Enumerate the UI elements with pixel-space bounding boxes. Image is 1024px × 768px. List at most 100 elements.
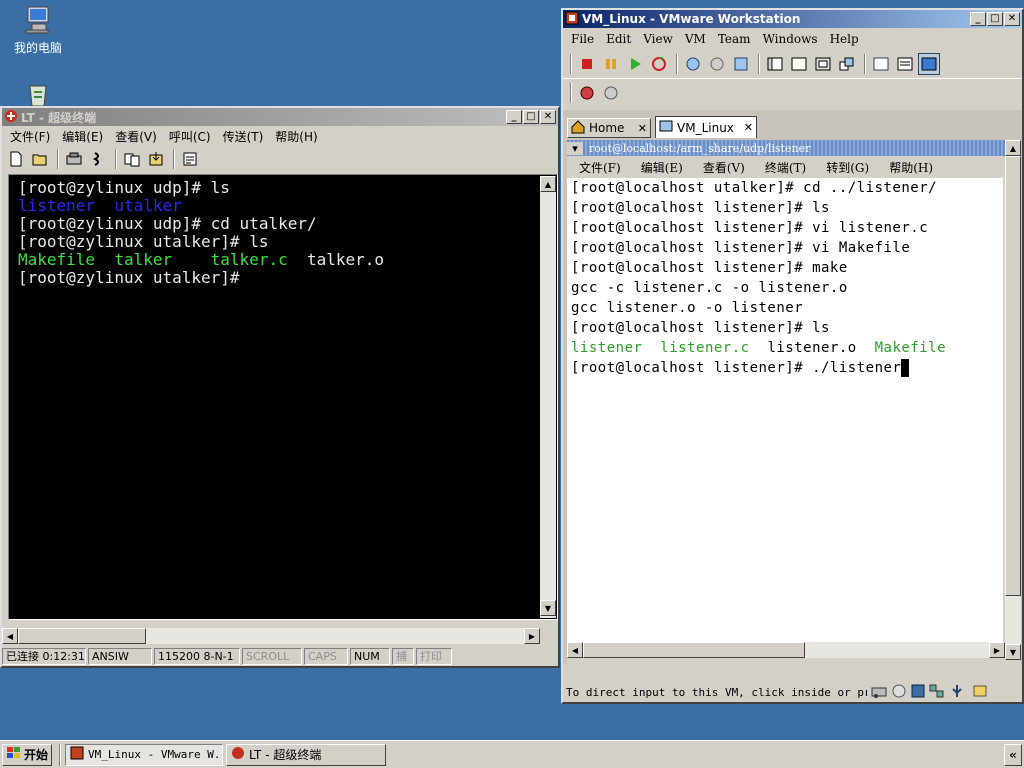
scroll-right-arrow[interactable]: ▶ <box>989 642 1005 658</box>
terminal-line: [root@localhost listener]# vi listener.c <box>571 220 929 236</box>
new-file-icon[interactable] <box>5 148 27 170</box>
guest-window-title: root@localhost:/arm_share/udp/listener <box>589 141 811 155</box>
close-icon[interactable]: ✕ <box>638 122 647 135</box>
tab-vm-linux[interactable]: VM_Linux ✕ <box>655 116 757 138</box>
guest-terminal[interactable]: [root@localhost utalker]# cd ../listener… <box>567 178 1003 658</box>
menu-help[interactable]: Help <box>824 32 865 46</box>
scroll-right-arrow[interactable]: ▶ <box>524 628 540 644</box>
view-quickswitch-icon[interactable] <box>812 53 834 75</box>
fullscreen-view-icon[interactable] <box>918 53 940 75</box>
suspend-icon[interactable] <box>600 53 622 75</box>
message-icon[interactable] <box>973 684 987 701</box>
properties-icon[interactable] <box>179 148 201 170</box>
menu-view[interactable]: 查看(V) <box>109 128 163 145</box>
console-view-icon[interactable] <box>870 53 892 75</box>
terminal-hscroll[interactable]: ◀ ▶ <box>2 628 540 644</box>
desktop-icon-label: 我的电脑 <box>13 41 62 55</box>
call-icon[interactable] <box>63 148 85 170</box>
vmware-window[interactable]: VM_Linux - VMware Workstation _ □ ✕ File… <box>561 8 1024 704</box>
maximize-button[interactable]: □ <box>987 12 1003 26</box>
status-emulation: ANSIW <box>88 647 152 665</box>
snapshot-icon[interactable] <box>682 53 704 75</box>
desktop-icon-my-computer[interactable]: 我的电脑 <box>8 4 68 56</box>
vmware-statusbar: To direct input to this VM, click inside… <box>563 682 1022 702</box>
task-hyperterminal[interactable]: LT - 超级终端 <box>226 743 387 766</box>
guest-vscroll[interactable]: ▲ ▼ <box>1005 140 1021 660</box>
scroll-down-arrow[interactable]: ▼ <box>1005 644 1021 660</box>
status-scroll: SCROLL <box>242 647 302 665</box>
vscroll-thumb[interactable] <box>1005 156 1021 596</box>
hyperterminal-terminal[interactable]: [root@zylinux udp]# ls listener utalker [r… <box>12 177 540 617</box>
guest-menu-help[interactable]: 帮助(H) <box>879 159 943 176</box>
menu-team[interactable]: Team <box>712 32 757 46</box>
vmware-hscroll[interactable]: ◀ ▶ <box>567 642 1005 658</box>
terminal-vscroll[interactable]: ▲ ▼ <box>540 176 556 618</box>
scroll-track[interactable] <box>540 192 556 600</box>
menu-view[interactable]: View <box>637 32 679 46</box>
start-button[interactable]: 开始 <box>2 743 53 766</box>
view-unity-icon[interactable] <box>836 53 858 75</box>
guest-menubar: 文件(F) 编辑(E) 查看(V) 终端(T) 转到(G) 帮助(H) <box>567 156 1021 178</box>
minimize-button[interactable]: _ <box>506 110 522 124</box>
hscroll-thumb[interactable] <box>18 628 146 644</box>
menu-help[interactable]: 帮助(H) <box>269 128 323 145</box>
guest-menu-view[interactable]: 查看(V) <box>693 159 755 176</box>
receive-icon[interactable] <box>145 148 167 170</box>
minimize-button[interactable]: _ <box>970 12 986 26</box>
usb-icon[interactable] <box>949 684 965 701</box>
scroll-up-arrow[interactable]: ▲ <box>1005 140 1021 156</box>
disconnect-icon[interactable] <box>87 148 109 170</box>
menu-vm[interactable]: VM <box>679 32 712 46</box>
guest-menu-edit[interactable]: 编辑(E) <box>631 159 693 176</box>
network-adapter-icon[interactable] <box>929 684 945 701</box>
view-fullscreen-icon[interactable] <box>788 53 810 75</box>
hyperterminal-window[interactable]: LT - 超级终端 _ □ ✕ 文件(F) 编辑(E) 查看(V) 呼叫(C) … <box>0 106 560 668</box>
scroll-left-arrow[interactable]: ◀ <box>567 642 583 658</box>
tray-expand-button[interactable]: « <box>1004 743 1022 766</box>
send-icon[interactable] <box>121 148 143 170</box>
close-button[interactable]: ✕ <box>1004 12 1020 26</box>
guest-menu-file[interactable]: 文件(F) <box>569 159 631 176</box>
task-vmware[interactable]: VM_Linux - VMware W... <box>65 743 224 766</box>
vmware-titlebar[interactable]: VM_Linux - VMware Workstation _ □ ✕ <box>563 10 1022 28</box>
guest-menu-terminal[interactable]: 终端(T) <box>755 159 816 176</box>
menu-windows[interactable]: Windows <box>757 32 824 46</box>
tab-home[interactable]: Home ✕ <box>567 118 651 138</box>
floppy-icon[interactable] <box>911 684 925 701</box>
power-on-icon[interactable] <box>624 53 646 75</box>
vmware-app-icon <box>70 746 84 763</box>
network-icon[interactable] <box>871 684 887 701</box>
hscroll-thumb[interactable] <box>583 642 805 658</box>
team-clock-icon[interactable] <box>600 82 622 104</box>
scroll-left-arrow[interactable]: ◀ <box>2 628 18 644</box>
terminal-line: listener listener.c listener.o Makefile <box>571 340 947 356</box>
task-vmware-label: VM_Linux - VMware W... <box>88 748 224 761</box>
menu-file[interactable]: 文件(F) <box>4 128 56 145</box>
team-power-icon[interactable] <box>576 82 598 104</box>
guest-menu-goto[interactable]: 转到(G) <box>816 159 879 176</box>
menu-edit[interactable]: 编辑(E) <box>56 128 109 145</box>
menu-transfer[interactable]: 传送(T) <box>217 128 270 145</box>
menu-file[interactable]: File <box>565 32 600 46</box>
scroll-down-arrow[interactable]: ▼ <box>540 600 556 616</box>
revert-snapshot-icon[interactable] <box>706 53 728 75</box>
close-icon[interactable]: ✕ <box>744 121 753 134</box>
hyperterminal-titlebar[interactable]: LT - 超级终端 _ □ ✕ <box>2 108 558 126</box>
cdrom-icon[interactable] <box>891 684 907 701</box>
reset-icon[interactable] <box>648 53 670 75</box>
summary-view-icon[interactable] <box>894 53 916 75</box>
open-folder-icon[interactable] <box>29 148 51 170</box>
status-num: NUM <box>350 647 390 665</box>
power-off-icon[interactable] <box>576 53 598 75</box>
scroll-up-arrow[interactable]: ▲ <box>540 176 556 192</box>
menu-edit[interactable]: Edit <box>600 32 637 46</box>
guest-titlebar[interactable]: ▾ root@localhost:/arm_share/udp/listener <box>567 140 1021 156</box>
terminal-line: [root@localhost listener]# ls <box>571 200 830 216</box>
maximize-button[interactable]: □ <box>523 110 539 124</box>
close-button[interactable]: ✕ <box>540 110 556 124</box>
chevron-down-icon[interactable]: ▾ <box>567 141 583 155</box>
menu-call[interactable]: 呼叫(C) <box>163 128 217 145</box>
guest-display[interactable]: ▾ root@localhost:/arm_share/udp/listener… <box>567 140 1021 666</box>
view-normal-icon[interactable] <box>764 53 786 75</box>
snapshot-manager-icon[interactable] <box>730 53 752 75</box>
